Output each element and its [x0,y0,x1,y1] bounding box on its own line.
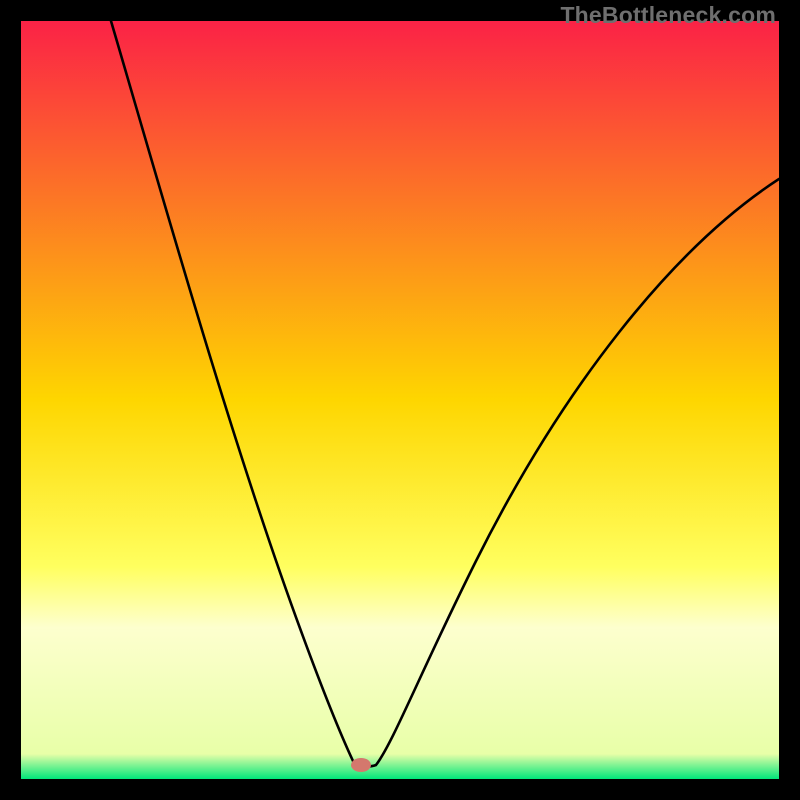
minimum-marker [351,758,371,772]
chart-frame: TheBottleneck.com [0,0,800,800]
watermark-text: TheBottleneck.com [560,2,776,29]
gradient-background [21,21,779,779]
chart-plot [21,21,779,779]
